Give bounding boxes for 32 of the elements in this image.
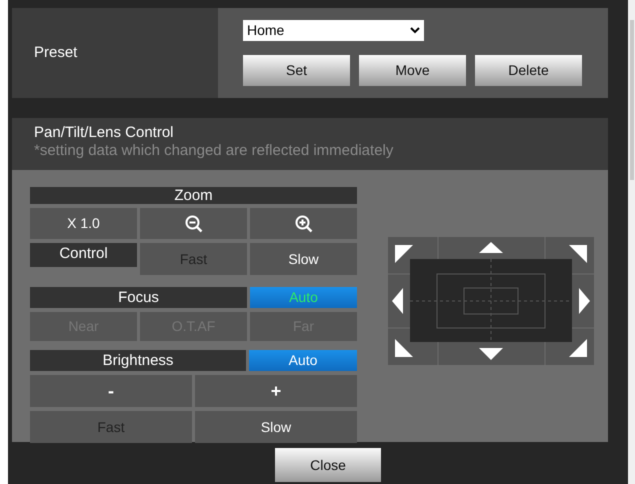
brightness-button[interactable]: + [195,375,357,407]
brightness-heading: Brightness [30,350,246,371]
control-label: Control [30,243,137,267]
speed-button[interactable]: Slow [250,243,357,275]
brightness-button[interactable]: - [30,375,192,407]
up-left-arrow-icon[interactable] [395,245,413,263]
zoom-heading: Zoom [30,187,357,204]
section-title: Pan/Tilt/Lens Control [34,124,175,142]
zoom-in-icon [294,215,312,234]
up-arrow-icon[interactable] [479,242,503,253]
down-right-arrow-icon[interactable] [569,339,587,357]
preset-button[interactable]: Delete [475,55,582,86]
left-arrow-icon[interactable] [392,288,403,314]
focus-heading: Focus [30,287,247,308]
section-note: *setting data which changed are reflected immediately [34,142,394,159]
preset-dropdown[interactable]: Home [243,20,424,41]
down-left-arrow-icon[interactable] [395,339,413,357]
preset-button[interactable]: Set [243,55,350,86]
preset-button[interactable]: Move [359,55,466,86]
right-arrow-icon[interactable] [579,288,590,314]
close-button[interactable]: Close [275,448,381,482]
zoom-out-icon [184,215,202,234]
zoom-value: X 1.0 [30,208,137,239]
speed-button[interactable]: Slow [195,411,357,443]
up-right-arrow-icon[interactable] [569,245,587,263]
zoom-out-button[interactable] [140,208,247,239]
zoom-in-button[interactable] [250,208,357,239]
chevron-icon [410,27,420,34]
scrollbar-thumb[interactable] [630,20,634,180]
down-arrow-icon[interactable] [479,348,503,360]
auto-button[interactable]: Auto [249,350,357,371]
preset-label: Preset [34,42,78,63]
